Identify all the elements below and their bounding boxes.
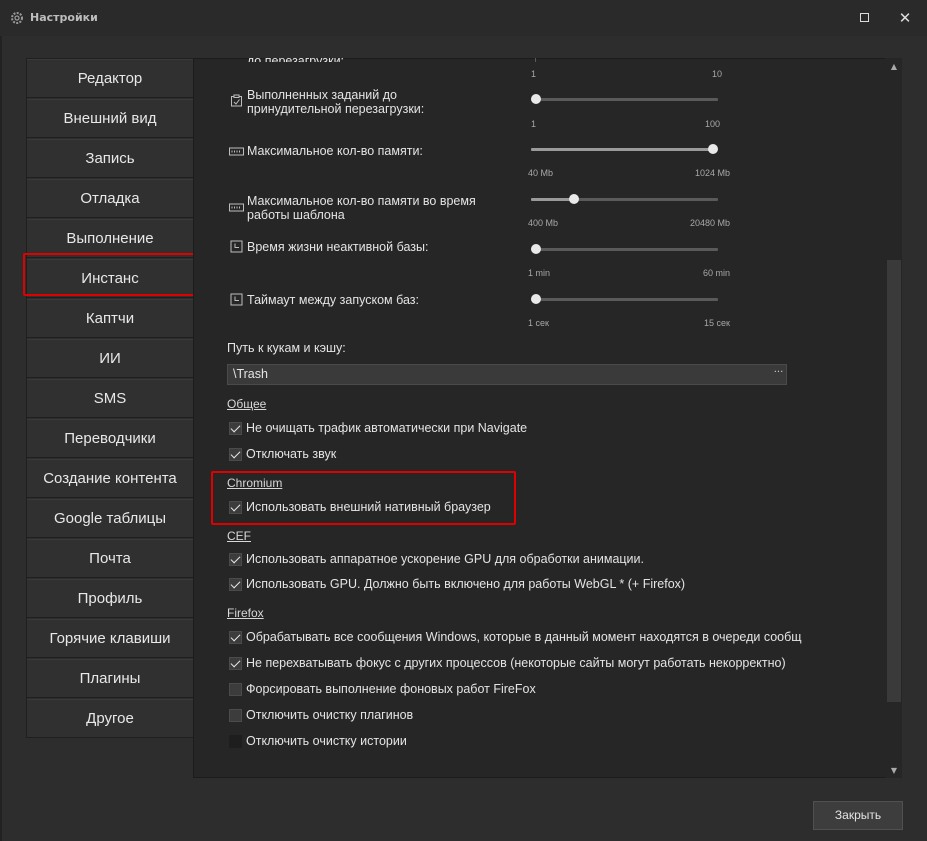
checkbox-label[interactable]: Использовать GPU. Должно быть включено д… bbox=[246, 577, 685, 591]
slider-max-label: 100 bbox=[705, 119, 721, 129]
checkbox-label[interactable]: Не очищать трафик автоматически при Navi… bbox=[246, 421, 527, 435]
path-label: Путь к кукам и кэшу: bbox=[227, 341, 346, 355]
checkbox-label[interactable]: Использовать аппаратное ускорение GPU дл… bbox=[246, 552, 644, 566]
gear-icon bbox=[11, 12, 23, 24]
nav-item-mail[interactable]: Почта bbox=[27, 539, 193, 578]
slider-ticks bbox=[535, 58, 715, 62]
checkbox[interactable] bbox=[229, 553, 242, 566]
memory-icon bbox=[229, 203, 244, 212]
section-general-title: Общее bbox=[227, 397, 267, 411]
checkbox[interactable] bbox=[229, 631, 242, 644]
slider-thumb[interactable] bbox=[708, 144, 718, 154]
scrollbar-thumb[interactable] bbox=[887, 260, 901, 702]
settings-window: Настройки ✕ Редактор Внешний вид Запись … bbox=[0, 0, 927, 841]
slider-thumb[interactable] bbox=[569, 194, 579, 204]
nav-item-ai[interactable]: ИИ bbox=[27, 339, 193, 378]
settings-panel bbox=[193, 58, 902, 778]
checkbox-label[interactable]: Обрабатывать все сообщения Windows, кото… bbox=[246, 630, 816, 644]
partial-slider-label: до перезагрузки: bbox=[247, 54, 345, 62]
checkbox-label[interactable]: Отключить очистку плагинов bbox=[246, 708, 413, 722]
nav-item-hotkeys[interactable]: Горячие клавиши bbox=[27, 619, 193, 658]
maximize-icon[interactable] bbox=[854, 8, 874, 28]
nav-item-recording[interactable]: Запись bbox=[27, 139, 193, 178]
settings-nav: Редактор Внешний вид Запись Отладка Выпо… bbox=[26, 58, 194, 738]
base-lifetime-slider[interactable] bbox=[531, 248, 718, 251]
slider-track[interactable] bbox=[573, 198, 718, 201]
nav-item-profile[interactable]: Профиль bbox=[27, 579, 193, 618]
nav-item-content-creation[interactable]: Создание контента bbox=[27, 459, 193, 498]
window-edge bbox=[0, 36, 2, 841]
section-firefox-title: Firefox bbox=[227, 606, 264, 620]
task-icon bbox=[231, 94, 242, 107]
slider-max-label: 1024 Mb bbox=[695, 168, 731, 178]
checkbox[interactable] bbox=[229, 448, 242, 461]
slider-label: Таймаут между запуском баз: bbox=[247, 293, 419, 307]
nav-item-plugins[interactable]: Плагины bbox=[27, 659, 193, 698]
slider-label: Время жизни неактивной базы: bbox=[247, 240, 429, 254]
browse-button[interactable]: ··· bbox=[770, 364, 787, 385]
checkbox-label[interactable]: Не перехватывать фокус с других процессо… bbox=[246, 656, 786, 670]
slider-label: работы шаблона bbox=[247, 208, 345, 222]
memory-slider[interactable] bbox=[531, 148, 714, 151]
checkbox[interactable] bbox=[229, 657, 242, 670]
nav-item-sms[interactable]: SMS bbox=[27, 379, 193, 418]
slider-min-label: 1 min bbox=[528, 268, 551, 278]
nav-item-editor[interactable]: Редактор bbox=[27, 59, 193, 98]
slider-thumb[interactable] bbox=[531, 94, 541, 104]
slider-thumb[interactable] bbox=[531, 244, 541, 254]
close-icon[interactable]: ✕ bbox=[895, 8, 915, 28]
launch-timeout-slider[interactable] bbox=[531, 298, 718, 301]
memory-icon bbox=[229, 147, 244, 156]
nav-item-debug[interactable]: Отладка bbox=[27, 179, 193, 218]
checkbox[interactable] bbox=[229, 422, 242, 435]
slider-label: принудительной перезагрузки: bbox=[247, 102, 425, 116]
slider-label: Выполненных заданий до bbox=[247, 88, 397, 102]
nav-item-captcha[interactable]: Каптчи bbox=[27, 299, 193, 338]
highlight-box-nav bbox=[23, 253, 196, 296]
slider-label: Максимальное кол-во памяти во время bbox=[247, 194, 476, 208]
slider-max-label: 60 min bbox=[703, 268, 731, 278]
slider-min-label: 1 bbox=[531, 119, 537, 129]
slider-min-label: 400 Mb bbox=[528, 218, 559, 228]
close-button[interactable]: Закрыть bbox=[813, 801, 903, 830]
slider-label: Максимальное кол-во памяти: bbox=[247, 144, 423, 158]
nav-item-google-sheets[interactable]: Google таблицы bbox=[27, 499, 193, 538]
checkbox[interactable] bbox=[229, 735, 242, 748]
slider-max-label: 20480 Mb bbox=[690, 218, 731, 228]
slider-min-label: 40 Mb bbox=[528, 168, 554, 178]
checkbox-label[interactable]: Отключать звук bbox=[246, 447, 336, 461]
clock-icon bbox=[230, 293, 243, 306]
title-bar[interactable]: Настройки ✕ bbox=[0, 0, 927, 36]
section-cef-title: CEF bbox=[227, 529, 251, 543]
nav-item-appearance[interactable]: Внешний вид bbox=[27, 99, 193, 138]
slider-min-label: 1 bbox=[531, 69, 537, 79]
checkbox[interactable] bbox=[229, 709, 242, 722]
cache-path-field[interactable]: \Trash bbox=[227, 364, 787, 385]
template-memory-slider[interactable] bbox=[531, 198, 573, 201]
scroll-down-icon[interactable]: ▼ bbox=[887, 764, 901, 778]
scroll-up-icon[interactable]: ▲ bbox=[887, 60, 901, 74]
highlight-box-chromium bbox=[211, 471, 516, 525]
tasks-slider[interactable] bbox=[531, 98, 718, 101]
slider-max-label: 15 сек bbox=[704, 318, 730, 328]
slider-thumb[interactable] bbox=[531, 294, 541, 304]
checkbox-label[interactable]: Форсировать выполнение фоновых работ Fir… bbox=[246, 682, 536, 696]
slider-max-label: 10 bbox=[712, 69, 723, 79]
slider-min-label: 1 сек bbox=[528, 318, 549, 328]
checkbox[interactable] bbox=[229, 683, 242, 696]
checkbox-label[interactable]: Отключить очистку истории bbox=[246, 734, 407, 748]
window-title: Настройки bbox=[30, 11, 98, 24]
nav-item-translators[interactable]: Переводчики bbox=[27, 419, 193, 458]
nav-item-other[interactable]: Другое bbox=[27, 699, 193, 738]
checkbox[interactable] bbox=[229, 578, 242, 591]
clock-icon bbox=[230, 240, 243, 253]
